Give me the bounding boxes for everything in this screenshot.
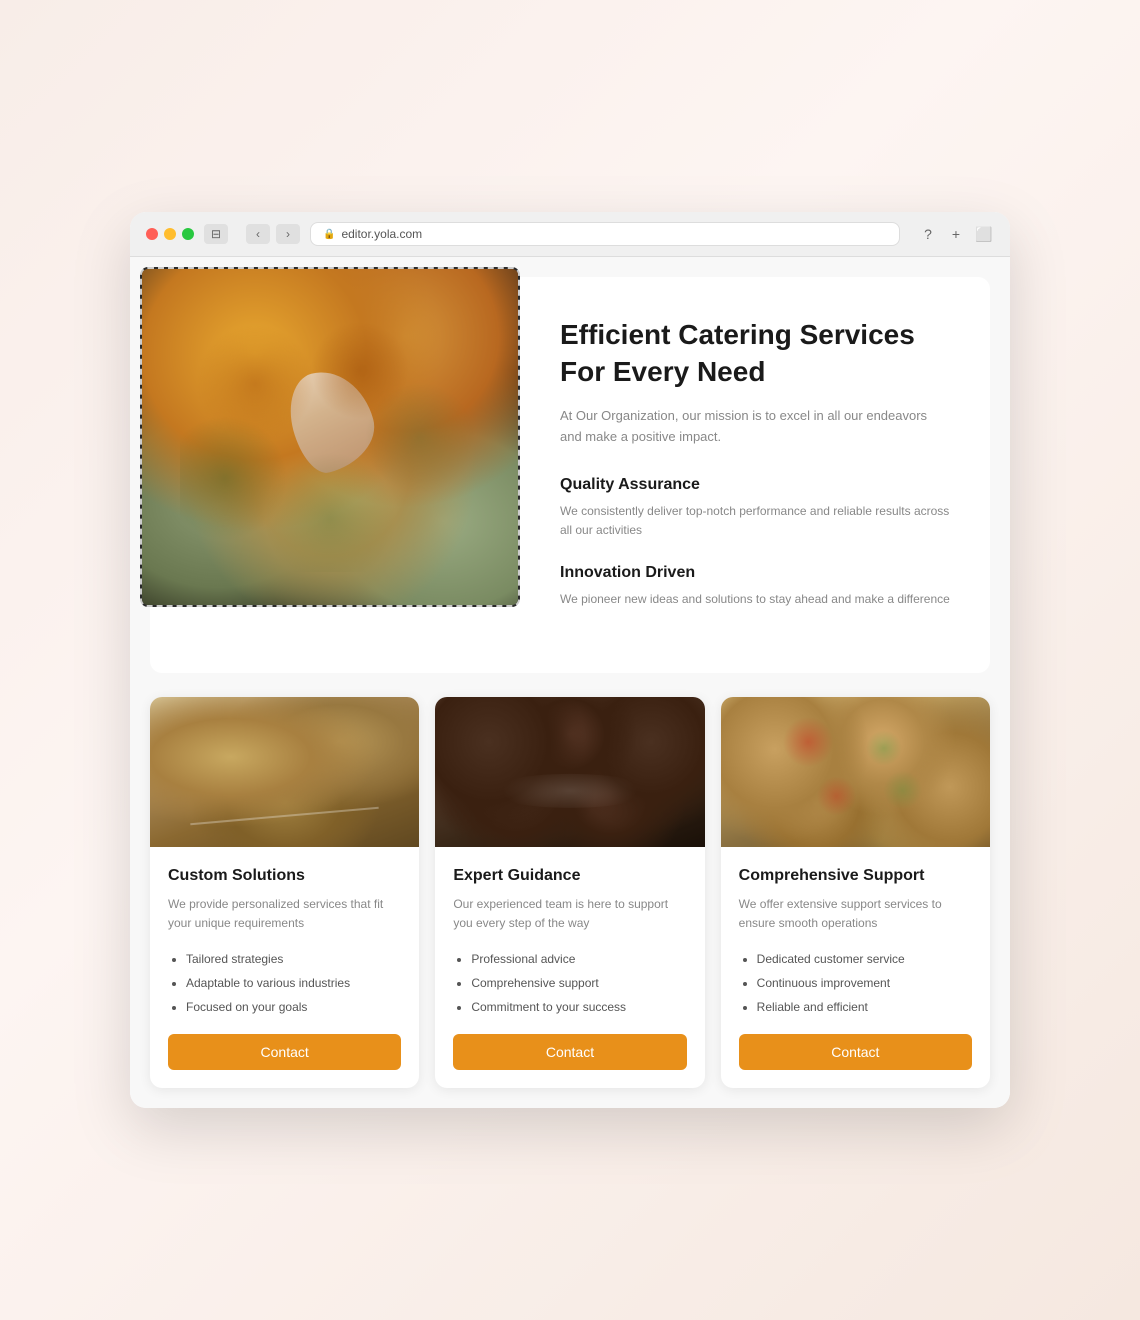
hero-title: Efficient Catering Services For Every Ne… xyxy=(560,317,950,390)
maximize-button[interactable] xyxy=(182,228,194,240)
hero-food-image xyxy=(142,269,518,605)
hero-image-container xyxy=(140,267,520,607)
browser-chrome: ⊟ ‹ › 🔒 editor.yola.com ? + ⬜ xyxy=(130,212,1010,257)
card-2-desc: Our experienced team is here to support … xyxy=(453,895,686,933)
hero-text: Efficient Catering Services For Every Ne… xyxy=(530,277,990,673)
feature1-desc: We consistently deliver top-notch perfor… xyxy=(560,502,950,540)
list-item: Dedicated customer service xyxy=(757,950,972,968)
feature2-desc: We pioneer new ideas and solutions to st… xyxy=(560,590,950,609)
list-item: Focused on your goals xyxy=(186,998,401,1016)
card-2-body: Expert Guidance Our experienced team is … xyxy=(435,847,704,1087)
extensions-icon[interactable]: ⬜ xyxy=(974,224,994,244)
minimize-button[interactable] xyxy=(164,228,176,240)
url-text: editor.yola.com xyxy=(341,227,422,241)
hero-section: Efficient Catering Services For Every Ne… xyxy=(150,277,990,673)
card-3-contact-button[interactable]: Contact xyxy=(739,1034,972,1070)
list-item: Professional advice xyxy=(471,950,686,968)
list-item: Adaptable to various industries xyxy=(186,974,401,992)
card-2-contact-button[interactable]: Contact xyxy=(453,1034,686,1070)
hero-image-wrapper xyxy=(150,277,530,673)
address-bar[interactable]: 🔒 editor.yola.com xyxy=(310,222,900,246)
card-1-contact-button[interactable]: Contact xyxy=(168,1034,401,1070)
feature1-title: Quality Assurance xyxy=(560,476,950,494)
feature2-title: Innovation Driven xyxy=(560,564,950,582)
cards-section: Custom Solutions We provide personalized… xyxy=(150,697,990,1087)
list-item: Continuous improvement xyxy=(757,974,972,992)
list-item: Comprehensive support xyxy=(471,974,686,992)
card-1-title: Custom Solutions xyxy=(168,867,401,885)
back-button[interactable]: ‹ xyxy=(246,224,270,244)
card-1-list: Tailored strategies Adaptable to various… xyxy=(168,950,401,1016)
card-comprehensive-support: Comprehensive Support We offer extensive… xyxy=(721,697,990,1087)
list-item: Reliable and efficient xyxy=(757,998,972,1016)
card-3-body: Comprehensive Support We offer extensive… xyxy=(721,847,990,1087)
list-item: Tailored strategies xyxy=(186,950,401,968)
card-3-image xyxy=(721,697,990,847)
question-icon[interactable]: ? xyxy=(918,224,938,244)
page-content: Efficient Catering Services For Every Ne… xyxy=(130,257,1010,1107)
hero-subtitle: At Our Organization, our mission is to e… xyxy=(560,406,950,448)
add-tab-icon[interactable]: + xyxy=(946,224,966,244)
traffic-lights xyxy=(146,228,194,240)
card-3-title: Comprehensive Support xyxy=(739,867,972,885)
list-item: Commitment to your success xyxy=(471,998,686,1016)
forward-button[interactable]: › xyxy=(276,224,300,244)
card-3-list: Dedicated customer service Continuous im… xyxy=(739,950,972,1016)
card-2-image xyxy=(435,697,704,847)
sidebar-toggle[interactable]: ⊟ xyxy=(204,224,228,244)
lock-icon: 🔒 xyxy=(323,229,335,240)
browser-window: ⊟ ‹ › 🔒 editor.yola.com ? + ⬜ Efficient … xyxy=(130,212,1010,1107)
card-2-title: Expert Guidance xyxy=(453,867,686,885)
card-1-image xyxy=(150,697,419,847)
card-expert-guidance: Expert Guidance Our experienced team is … xyxy=(435,697,704,1087)
card-2-list: Professional advice Comprehensive suppor… xyxy=(453,950,686,1016)
close-button[interactable] xyxy=(146,228,158,240)
card-1-body: Custom Solutions We provide personalized… xyxy=(150,847,419,1087)
nav-controls: ‹ › xyxy=(246,224,300,244)
card-3-desc: We offer extensive support services to e… xyxy=(739,895,972,933)
browser-actions: ? + ⬜ xyxy=(918,224,994,244)
card-custom-solutions: Custom Solutions We provide personalized… xyxy=(150,697,419,1087)
card-1-desc: We provide personalized services that fi… xyxy=(168,895,401,933)
